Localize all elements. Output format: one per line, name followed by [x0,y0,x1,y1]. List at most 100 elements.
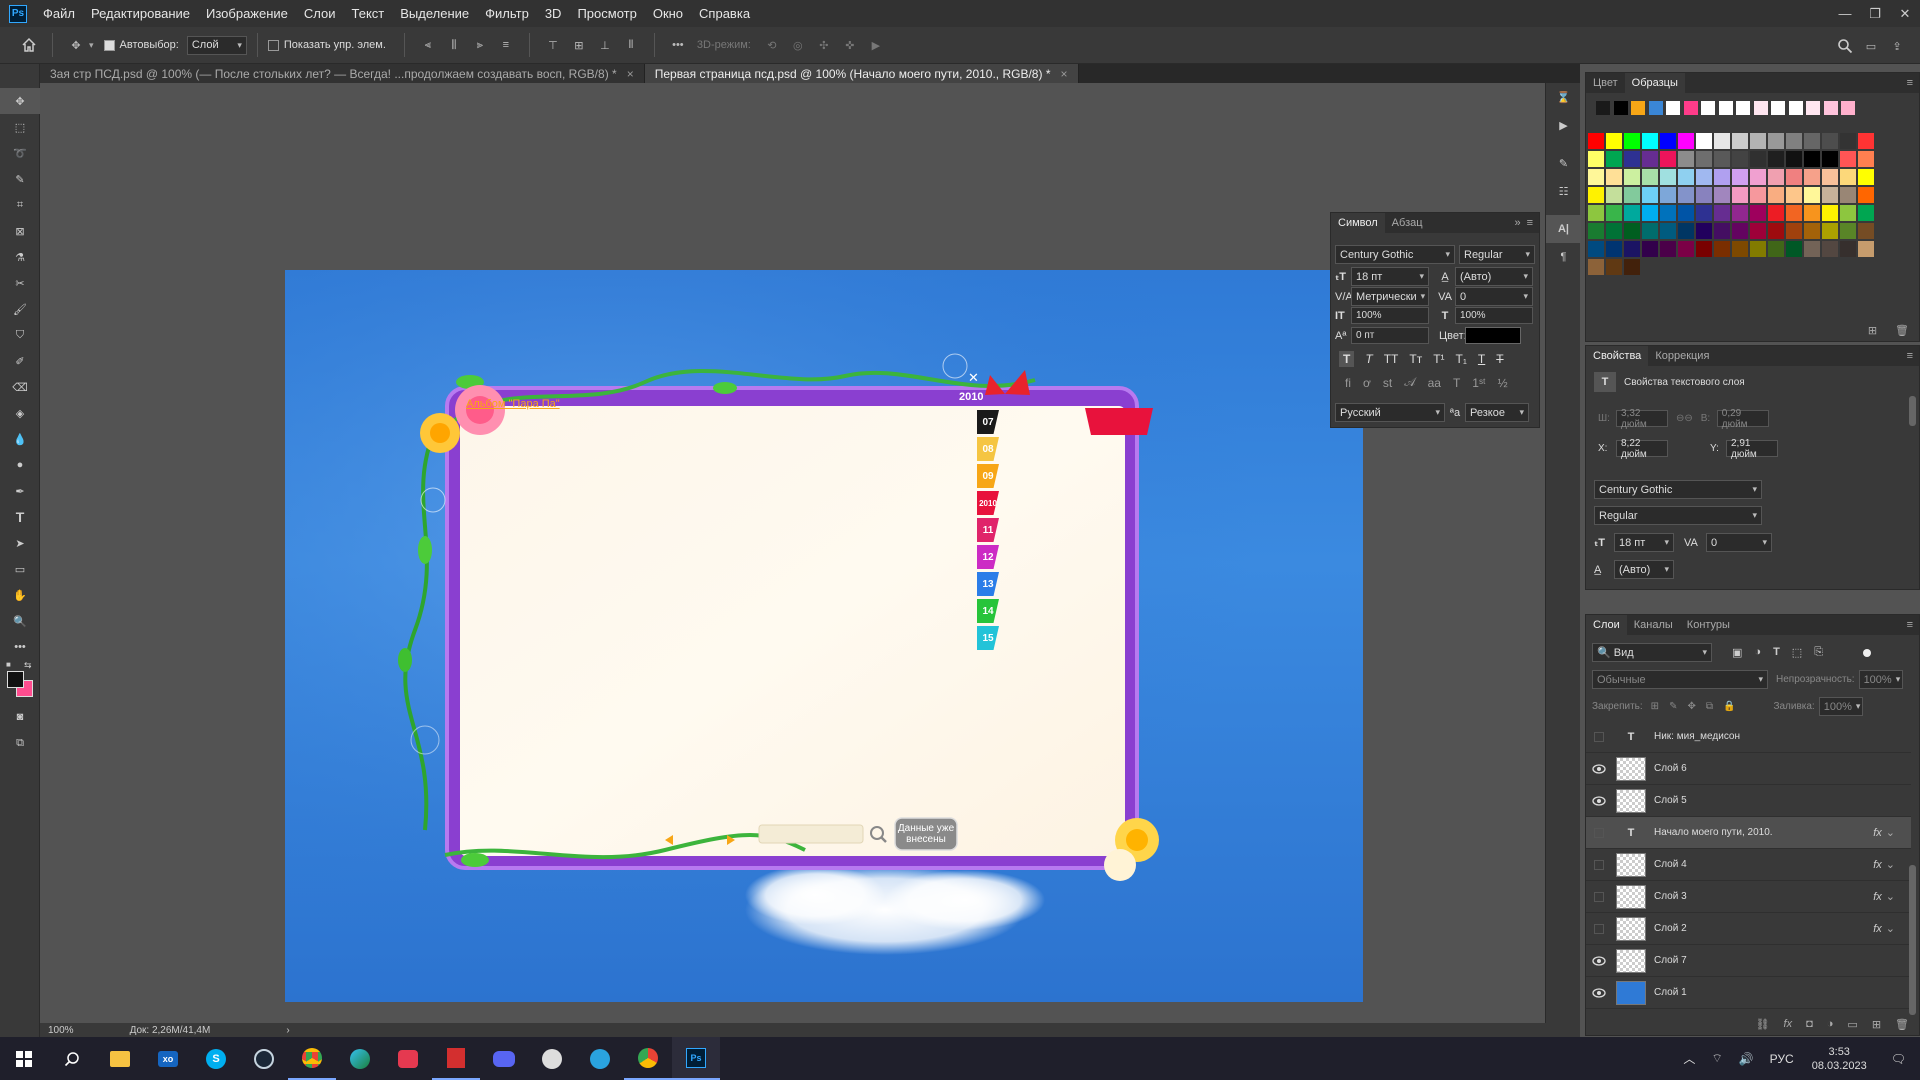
align-right-icon[interactable]: ⫸ [467,32,493,58]
menu-item-9[interactable]: Окно [645,6,691,21]
swap-colors-icon[interactable]: ⇆ [24,660,32,671]
color-swatch[interactable] [1696,133,1712,149]
color-swatch[interactable] [1624,133,1640,149]
layer-row[interactable]: Слой 4 fx ⌄ [1586,849,1911,881]
color-swatch[interactable] [1786,169,1802,185]
actions-icon[interactable]: ▶ [1546,111,1581,139]
color-swatch[interactable] [1588,151,1604,167]
recent-swatch[interactable] [1841,101,1855,115]
menu-item-6[interactable]: Фильтр [477,6,537,21]
more-tools-icon[interactable]: ••• [0,634,40,660]
recent-swatch[interactable] [1666,101,1680,115]
new-adjustment-icon[interactable]: ◑ [1827,1018,1834,1031]
expand-effects-icon[interactable]: ⌄ [1886,890,1895,903]
close-frame-button[interactable]: ✕ [968,370,979,386]
color-swatch[interactable] [1714,151,1730,167]
language-select[interactable]: Русский [1335,403,1445,422]
align-left-icon[interactable]: ⫷ [415,32,441,58]
discord-icon[interactable] [480,1037,528,1080]
color-swatch[interactable] [1588,133,1604,149]
color-swatch[interactable] [1660,205,1676,221]
layer-effects-badge[interactable]: fx [1873,891,1882,903]
new-group-icon[interactable]: ▭ [1847,1018,1857,1031]
eye-hidden-icon[interactable] [1586,891,1612,902]
color-swatch[interactable] [1642,133,1658,149]
tab-paths[interactable]: Контуры [1680,615,1737,635]
lasso-tool-icon[interactable]: ➰ [0,140,40,166]
color-swatch[interactable] [1714,133,1730,149]
color-swatch[interactable] [1732,151,1748,167]
layer-effects-badge[interactable]: fx [1873,859,1882,871]
tray-chevron-icon[interactable]: ︿ [1675,1050,1703,1067]
document-tab-0[interactable]: 3ая стр ПСД.psd @ 100% (— После стольких… [40,64,645,83]
color-swatch[interactable] [1606,169,1622,185]
color-swatch[interactable] [1642,205,1658,221]
language-indicator[interactable]: РУС [1762,1052,1802,1066]
titling-icon[interactable]: aa [1428,376,1441,390]
opacity-select[interactable]: 100% [1858,670,1903,689]
history-icon[interactable]: ⌛ [1546,83,1581,111]
filter-toggle-icon[interactable] [1863,648,1872,657]
color-swatch[interactable] [1714,205,1730,221]
recent-swatch[interactable] [1683,101,1698,115]
color-swatch[interactable] [1588,241,1604,257]
filter-smart-icon[interactable]: ⎘ [1814,646,1823,659]
color-swatch[interactable] [1660,187,1676,203]
color-swatch[interactable] [1696,169,1712,185]
steam-icon[interactable] [240,1037,288,1080]
link-icon[interactable]: ⊖⊖ [1676,413,1693,424]
color-swatch[interactable] [1588,259,1604,275]
app-red-icon[interactable] [432,1037,480,1080]
slide-3d-icon[interactable]: ✜ [837,32,863,58]
share-icon[interactable]: ⇪ [1884,33,1910,59]
align-middle-icon[interactable]: ⊞ [566,32,592,58]
color-swatch[interactable] [1768,169,1784,185]
new-layer-icon[interactable]: ⊞ [1872,1018,1881,1031]
color-swatch[interactable] [1804,187,1820,203]
recent-swatch[interactable] [1596,101,1610,115]
old-style-icon[interactable]: ơ [1363,376,1371,390]
workspace-icon[interactable]: ▭ [1858,33,1884,59]
color-swatch[interactable] [1642,151,1658,167]
marquee-tool-icon[interactable]: ⬚ [0,114,40,140]
filter-type-icon[interactable]: T [1773,646,1780,659]
eye-icon[interactable] [1586,795,1612,806]
color-swatch[interactable] [1732,133,1748,149]
quick-mask-icon[interactable]: ◙ [0,704,40,730]
dodge-tool-icon[interactable]: ● [0,452,40,478]
tab-paragraph[interactable]: Абзац [1385,213,1430,233]
subscript-icon[interactable]: T₁ [1456,352,1467,366]
show-transform-checkbox[interactable] [267,39,279,51]
faux-bold-icon[interactable]: T [1339,351,1355,367]
blur-tool-icon[interactable]: 💧 [0,426,40,452]
color-swatch[interactable] [1678,169,1694,185]
color-swatch[interactable] [1714,187,1730,203]
color-swatch[interactable] [1624,205,1640,221]
year-tab-1[interactable]: 08 [977,437,999,461]
layer-row[interactable]: Слой 6 [1586,753,1911,785]
zoom-tool-icon[interactable]: 🔍 [0,608,40,634]
expand-effects-icon[interactable]: ⌄ [1886,858,1895,871]
color-swatch[interactable] [1678,151,1694,167]
tab-color[interactable]: Цвет [1586,73,1625,93]
strikethrough-icon[interactable]: T [1496,352,1503,366]
color-swatch[interactable] [1660,151,1676,167]
color-swatch[interactable] [1678,223,1694,239]
clock[interactable]: 3:53 08.03.2023 [1802,1045,1877,1073]
layer-row[interactable]: Слой 1 [1586,977,1911,1009]
eye-icon[interactable] [1586,955,1612,966]
eye-hidden-icon[interactable] [1586,827,1612,838]
color-swatch[interactable] [1858,169,1874,185]
color-swatch[interactable] [1840,133,1856,149]
superscript-icon[interactable]: T¹ [1433,352,1444,366]
menu-item-8[interactable]: Просмотр [569,6,644,21]
align-bottom-icon[interactable]: ⊥ [592,32,618,58]
color-swatch[interactable] [1714,223,1730,239]
adjustments-icon[interactable]: ☷ [1546,177,1581,205]
recent-swatch[interactable] [1736,101,1750,115]
color-swatch[interactable] [1840,169,1856,185]
year-tab-7[interactable]: 14 [977,599,999,623]
restore-icon[interactable]: ❐ [1860,0,1890,27]
height-input[interactable]: 0,29 дюйм [1716,408,1769,430]
photoshop-taskbar-icon[interactable]: Ps [672,1037,720,1080]
